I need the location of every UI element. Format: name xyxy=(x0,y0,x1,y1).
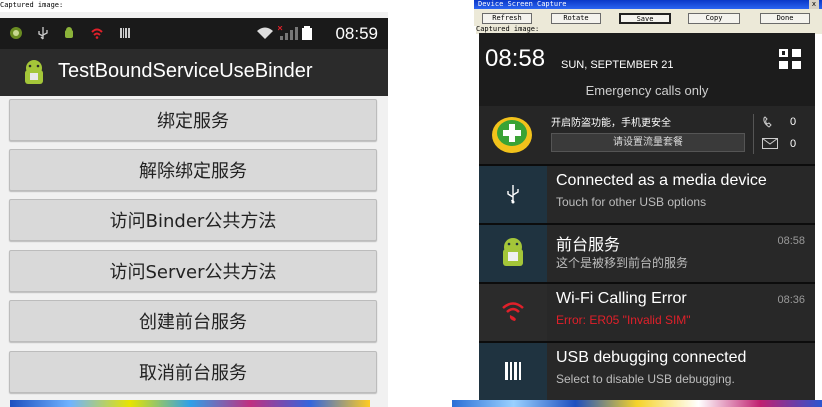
shade-time: 08:58 xyxy=(485,45,546,72)
set-data-plan-button[interactable]: 请设置流量套餐 xyxy=(551,133,745,152)
rotate-button[interactable]: Rotate xyxy=(551,13,601,24)
security-guard-icon xyxy=(492,117,532,153)
done-button[interactable]: Done xyxy=(760,13,810,24)
android-robot-icon xyxy=(10,27,22,39)
bind-service-button[interactable]: 绑定服务 xyxy=(9,99,377,141)
capture-window-titlebar: Device Screen Capture x xyxy=(474,0,822,9)
notification-error-subtitle: Error: ER05 "Invalid SIM" xyxy=(556,313,691,327)
notification-title: Wi-Fi Calling Error xyxy=(556,290,687,307)
battery-icon xyxy=(302,26,312,40)
usb-debug-icon xyxy=(505,362,521,380)
notification-shade: 08:58 SUN, SEPTEMBER 21 Emergency calls … xyxy=(479,33,815,407)
notification-subtitle: Select to disable USB debugging. xyxy=(556,372,735,386)
security-notification[interactable]: 开启防盗功能，手机更安全 请设置流量套餐 0 0 xyxy=(479,106,815,164)
usb-icon xyxy=(507,185,519,204)
message-icon xyxy=(762,138,778,149)
signal-icon xyxy=(278,26,298,40)
quick-settings-icon[interactable] xyxy=(779,49,801,69)
notification-title: Connected as a media device xyxy=(556,172,767,189)
wifi-calling-error-icon xyxy=(91,28,103,39)
usb-icon xyxy=(38,27,48,40)
barcode-icon xyxy=(120,28,130,38)
wifi-calling-error-notification[interactable]: Wi-Fi Calling Error Error: ER05 "Invalid… xyxy=(479,284,815,341)
foreground-service-notification[interactable]: 前台服务 这个是被移到前台的服务 08:58 xyxy=(479,225,815,282)
access-server-method-button[interactable]: 访问Server公共方法 xyxy=(9,250,377,292)
notification-subtitle: 这个是被移到前台的服务 xyxy=(556,256,689,270)
capture-window-title: Device Screen Capture xyxy=(478,0,567,8)
refresh-button[interactable]: Refresh xyxy=(482,13,532,24)
shade-date: SUN, SEPTEMBER 21 xyxy=(561,59,674,71)
android-icon xyxy=(503,238,523,266)
unbind-service-button[interactable]: 解除绑定服务 xyxy=(9,149,377,191)
notification-subtitle: Touch for other USB options xyxy=(556,195,707,209)
cancel-foreground-service-button[interactable]: 取消前台服务 xyxy=(9,351,377,393)
app-title: TestBoundServiceUseBinder xyxy=(58,60,313,82)
access-binder-method-button[interactable]: 访问Binder公共方法 xyxy=(9,199,377,241)
wallpaper-strip-left xyxy=(10,400,370,407)
messages-count: 0 xyxy=(790,138,797,150)
usb-debugging-notification[interactable]: USB debugging connected Select to disabl… xyxy=(479,343,815,400)
notification-title: USB debugging connected xyxy=(556,349,747,366)
left-phone-screen: 08:59 TestBoundServiceUseBinder 绑定服务 解除绑… xyxy=(0,12,388,407)
left-status-bar: 08:59 xyxy=(0,18,388,49)
close-window-button[interactable]: x xyxy=(809,0,819,9)
missed-call-icon xyxy=(763,116,772,128)
save-button[interactable]: Save xyxy=(619,13,671,24)
app-android-icon xyxy=(25,60,43,84)
emergency-calls-text: Emergency calls only xyxy=(585,83,709,98)
wallpaper-strip-right xyxy=(452,400,822,407)
notification-time: 08:36 xyxy=(777,294,805,306)
capture-toolbar: Refresh Rotate Save Copy Done xyxy=(474,9,822,26)
copy-button[interactable]: Copy xyxy=(688,13,740,24)
security-promo-text: 开启防盗功能，手机更安全 xyxy=(551,118,671,129)
left-capture-label: Captured image: xyxy=(0,1,64,9)
debug-android-icon xyxy=(65,27,73,38)
usb-media-notification[interactable]: Connected as a media device Touch for ot… xyxy=(479,166,815,223)
left-action-bar: TestBoundServiceUseBinder xyxy=(0,49,388,96)
create-foreground-service-button[interactable]: 创建前台服务 xyxy=(9,300,377,342)
wifi-calling-error-icon xyxy=(502,302,524,321)
notification-time: 08:58 xyxy=(777,235,805,247)
missed-calls-count: 0 xyxy=(790,116,797,128)
wifi-icon xyxy=(257,27,273,39)
notification-title: 前台服务 xyxy=(556,237,621,254)
left-status-time: 08:59 xyxy=(335,24,378,43)
